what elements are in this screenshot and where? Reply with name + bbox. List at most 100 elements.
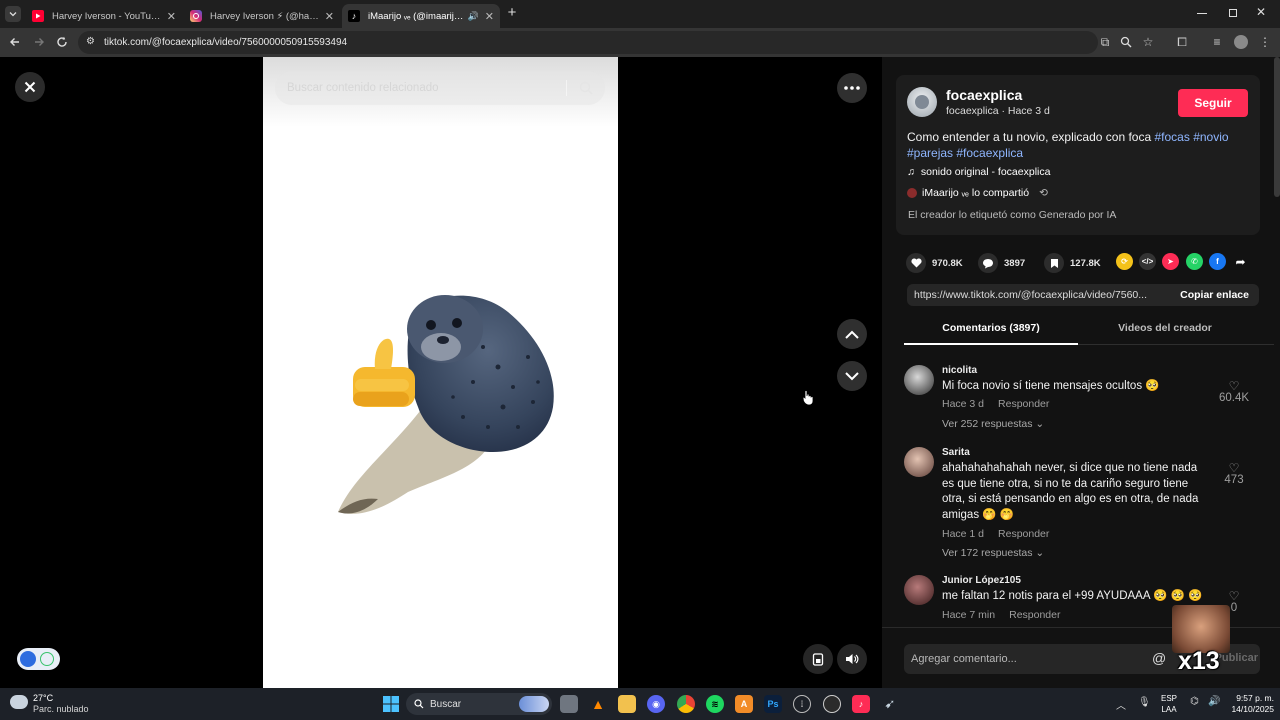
save-count: 127.8K bbox=[1070, 257, 1101, 269]
tray-chevron-icon[interactable]: ︿ bbox=[1116, 697, 1126, 712]
shared-by-text: iMaarijo ᵥₑ lo compartió bbox=[922, 187, 1030, 199]
search-icon[interactable] bbox=[579, 81, 593, 95]
close-tab-icon[interactable]: ✕ bbox=[325, 10, 334, 23]
vlc-icon[interactable]: ▲ bbox=[589, 695, 607, 713]
audio-playing-icon[interactable]: 🔊 bbox=[468, 11, 479, 22]
comment-text: Mi foca novio sí tiene mensajes ocultos … bbox=[942, 380, 1160, 392]
video-stage: Buscar contenido relacionado bbox=[0, 57, 882, 688]
previous-video-button[interactable] bbox=[837, 319, 867, 349]
clock[interactable]: 9:57 p. m. 14/10/2025 bbox=[1224, 693, 1274, 715]
weather-widget[interactable]: 27°C Parc. nublado bbox=[10, 692, 110, 716]
repost-share-icon[interactable]: ⟳ bbox=[1116, 253, 1133, 270]
like-stat[interactable]: 970.8K bbox=[906, 253, 963, 273]
volume-button[interactable] bbox=[837, 644, 867, 674]
app-icon-orange[interactable]: A bbox=[735, 695, 753, 713]
tab-title: Harvey Iverson ⚡ (@harveyiverson) bbox=[210, 10, 319, 22]
next-video-button[interactable] bbox=[837, 361, 867, 391]
profile-avatar-icon[interactable] bbox=[1232, 33, 1250, 51]
close-video-button[interactable] bbox=[15, 72, 45, 102]
task-view-icon[interactable] bbox=[560, 695, 578, 713]
spotify-icon[interactable]: ≋ bbox=[706, 695, 724, 713]
network-icon[interactable]: ⌬ bbox=[1190, 696, 1199, 707]
close-tab-icon[interactable]: ✕ bbox=[485, 10, 494, 23]
tiktok-app-icon[interactable]: ♪ bbox=[852, 695, 870, 713]
restore-icon[interactable] bbox=[1229, 9, 1237, 17]
tab-creator-videos[interactable]: Videos del creador bbox=[1078, 322, 1252, 334]
tab-instagram[interactable]: Harvey Iverson ⚡ (@harveyiverson) ✕ bbox=[184, 4, 340, 28]
search-divider bbox=[566, 80, 567, 96]
obs-icon[interactable] bbox=[823, 695, 841, 713]
comment-username[interactable]: Sarita bbox=[942, 447, 970, 458]
comment-username[interactable]: Junior López105 bbox=[942, 575, 1021, 586]
tab-comments[interactable]: Comentarios (3897) bbox=[904, 322, 1078, 334]
microphone-icon[interactable]: 🎙 bbox=[1138, 697, 1151, 708]
extension-widget[interactable] bbox=[17, 648, 60, 670]
miniplayer-button[interactable] bbox=[803, 644, 833, 674]
reply-button[interactable]: Responder bbox=[998, 398, 1049, 410]
share-link-url[interactable]: https://www.tiktok.com/@focaexplica/vide… bbox=[914, 289, 1147, 301]
copy-link-button[interactable]: Copiar enlace bbox=[1170, 284, 1259, 306]
bookmark-star-icon[interactable]: ☆ bbox=[1139, 33, 1157, 51]
reply-button[interactable]: Responder bbox=[998, 528, 1049, 540]
comment-like-button[interactable]: ♡ 473 bbox=[1214, 461, 1254, 486]
avatar[interactable] bbox=[904, 575, 934, 605]
creator-avatar[interactable] bbox=[907, 87, 937, 117]
comment-username[interactable]: nicolita bbox=[942, 365, 977, 376]
minimize-icon[interactable] bbox=[1197, 8, 1207, 14]
view-replies-button[interactable]: Ver 172 respuestas ⌄ bbox=[942, 547, 1044, 559]
discord-icon[interactable]: ◉ bbox=[647, 695, 665, 713]
comment-stat[interactable]: 3897 bbox=[978, 253, 1025, 273]
avatar[interactable] bbox=[904, 447, 934, 477]
creator-username[interactable]: focaexplica bbox=[946, 87, 1022, 103]
new-tab-button[interactable]: + bbox=[504, 5, 520, 21]
tab-youtube[interactable]: Harvey Iverson - YouTube ✕ bbox=[26, 4, 182, 28]
back-icon[interactable] bbox=[6, 33, 24, 51]
mention-icon[interactable]: @ bbox=[1152, 650, 1166, 666]
related-search-input[interactable]: Buscar contenido relacionado bbox=[275, 71, 605, 105]
more-options-button[interactable] bbox=[837, 73, 867, 103]
close-tab-icon[interactable]: ✕ bbox=[167, 10, 176, 23]
laughing-face-image bbox=[1172, 605, 1230, 653]
comment-like-button[interactable]: ♡ 60.4K bbox=[1214, 379, 1254, 404]
site-info-icon[interactable]: ⚙ bbox=[86, 36, 95, 47]
file-explorer-icon[interactable] bbox=[618, 695, 636, 713]
volume-tray-icon[interactable]: 🔊 bbox=[1208, 696, 1220, 707]
forward-icon[interactable] bbox=[30, 33, 48, 51]
tab-tiktok[interactable]: ♪ iMaarijo ᵥₑ (@imaarijo) | TikTok 🔊 ✕ bbox=[342, 4, 500, 28]
hashtags-line-1[interactable]: #focas #novio bbox=[1155, 130, 1229, 144]
taskbar-search[interactable]: Buscar bbox=[406, 693, 552, 715]
menu-kebab-icon[interactable]: ⋮ bbox=[1256, 33, 1274, 51]
shared-by-row[interactable]: iMaarijo ᵥₑ lo compartió ⟲ bbox=[907, 187, 1048, 199]
avatar[interactable] bbox=[904, 365, 934, 395]
app-grid-icon[interactable]: ⦙ bbox=[793, 695, 811, 713]
video-player[interactable]: Buscar contenido relacionado bbox=[263, 57, 618, 688]
save-stat[interactable]: 127.8K bbox=[1044, 253, 1101, 273]
sound-row[interactable]: ♫ sonido original - focaexplica bbox=[907, 166, 1050, 178]
install-app-icon[interactable]: ⧉ bbox=[1096, 33, 1114, 51]
send-to-friends-icon[interactable]: ➤ bbox=[1162, 253, 1179, 270]
chrome-icon[interactable] bbox=[677, 695, 695, 713]
view-replies-button[interactable]: Ver 252 respuestas ⌄ bbox=[942, 418, 1044, 430]
facebook-icon[interactable]: f bbox=[1209, 253, 1226, 270]
windows-start-icon[interactable] bbox=[382, 695, 400, 713]
hashtags-line-2[interactable]: #parejas #focaexplica bbox=[907, 146, 1023, 160]
repost-icon: ⟲ bbox=[1039, 187, 1048, 199]
extensions-icon[interactable]: ⧠ bbox=[1173, 33, 1191, 51]
follow-button[interactable]: Seguir bbox=[1178, 89, 1248, 117]
reply-button[interactable]: Responder bbox=[1009, 609, 1060, 621]
tab-search-button[interactable] bbox=[5, 6, 21, 22]
photoshop-icon[interactable]: Ps bbox=[764, 695, 782, 713]
embed-icon[interactable]: </> bbox=[1139, 253, 1156, 270]
zoom-icon[interactable] bbox=[1117, 33, 1135, 51]
share-arrow-icon[interactable]: ➦ bbox=[1232, 253, 1249, 270]
panel-scrollbar[interactable] bbox=[1274, 57, 1280, 197]
reading-list-icon[interactable]: ≡ bbox=[1208, 33, 1226, 51]
close-window-icon[interactable]: ✕ bbox=[1256, 5, 1266, 19]
whatsapp-icon[interactable]: ✆ bbox=[1186, 253, 1203, 270]
language-indicator[interactable]: ESP LAA bbox=[1161, 693, 1177, 715]
seal-thumbs-up-illustration bbox=[338, 295, 554, 514]
reload-icon[interactable] bbox=[53, 33, 71, 51]
comment-bubble-icon bbox=[978, 253, 998, 273]
url-bar[interactable]: ⚙ tiktok.com/@focaexplica/video/75600000… bbox=[78, 31, 1098, 54]
steam-icon[interactable]: ➹ bbox=[881, 695, 899, 713]
